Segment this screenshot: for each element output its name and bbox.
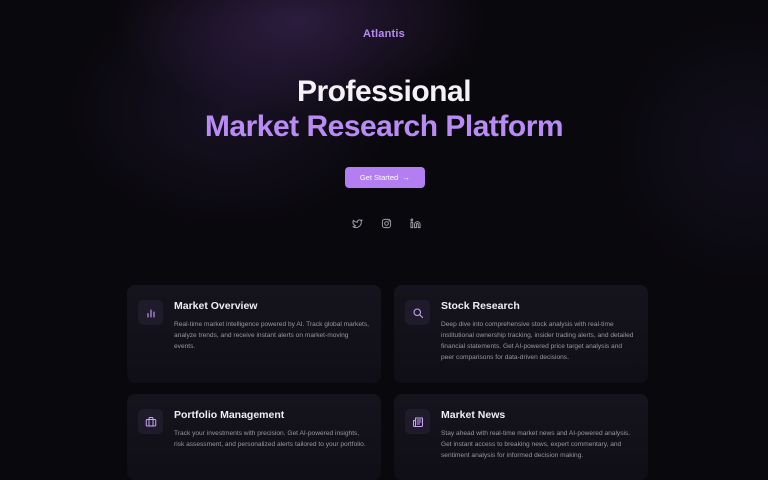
newspaper-icon — [405, 409, 430, 434]
feature-card-market-overview[interactable]: Market Overview Real-time market intelli… — [127, 285, 381, 383]
hero-title-line2: Market Research Platform — [204, 110, 564, 143]
bar-chart-icon — [138, 300, 163, 325]
feature-card-portfolio-management[interactable]: Portfolio Management Track your investme… — [127, 394, 381, 480]
feature-card-market-news[interactable]: Market News Stay ahead with real-time ma… — [394, 394, 648, 480]
get-started-label: Get Started — [359, 173, 399, 182]
linkedin-icon[interactable] — [409, 217, 421, 229]
feature-title: Market News — [441, 409, 506, 421]
hero-title: Professional Market Research Platform — [0, 74, 768, 144]
brand-logo[interactable]: Atlantis — [0, 28, 768, 40]
hero-title-line1: Professional — [296, 75, 472, 108]
instagram-icon[interactable] — [380, 217, 392, 229]
feature-title: Stock Research — [441, 300, 520, 312]
feature-title: Market Overview — [174, 300, 258, 312]
feature-card-stock-research[interactable]: Stock Research Deep dive into comprehens… — [394, 285, 648, 383]
landing-page: Atlantis Professional Market Research Pl… — [0, 0, 768, 480]
feature-description: Stay ahead with real-time market news an… — [441, 430, 631, 459]
arrow-right-icon: → — [402, 172, 411, 182]
briefcase-icon — [138, 409, 163, 434]
social-links — [351, 216, 421, 230]
search-icon — [405, 300, 430, 325]
feature-title: Portfolio Management — [174, 409, 285, 421]
feature-description: Real-time market intelligence powered by… — [174, 321, 369, 350]
twitter-icon[interactable] — [351, 217, 363, 229]
get-started-button[interactable]: Get Started → — [345, 167, 425, 188]
feature-description: Track your investments with precision. G… — [174, 430, 366, 448]
feature-description: Deep dive into comprehensive stock analy… — [441, 321, 634, 361]
